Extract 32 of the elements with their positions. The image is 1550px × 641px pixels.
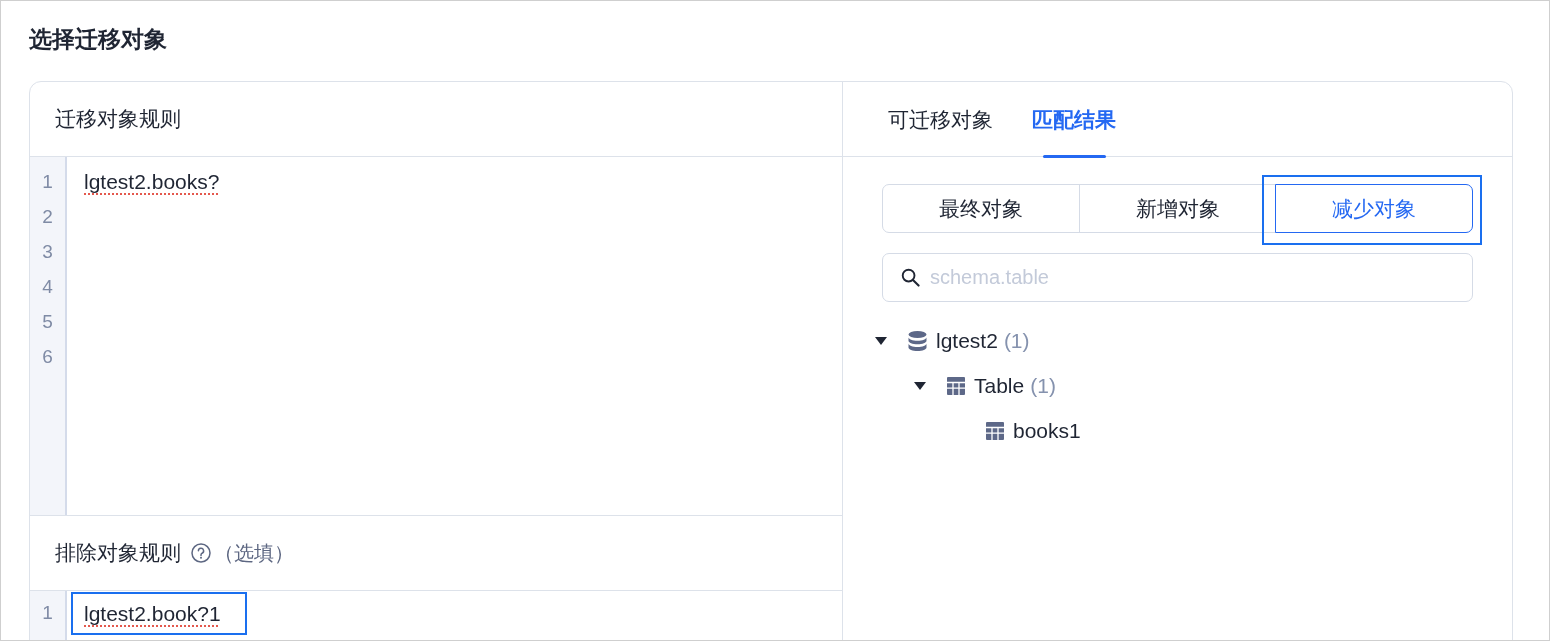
section-title: 选择迁移对象 — [29, 25, 168, 54]
item-count: (1) — [1030, 373, 1056, 398]
tree-item-label[interactable]: books1 — [1013, 418, 1081, 443]
rule-editor[interactable]: lgtest2.books? — [67, 157, 842, 515]
panel-heading: 迁移对象规则 — [55, 106, 181, 132]
caret-icon[interactable] — [914, 381, 926, 390]
database-icon — [908, 330, 927, 351]
search-field[interactable]: schema.table — [882, 253, 1473, 302]
line-number: 1 — [41, 601, 54, 625]
tree-item-label[interactable]: lgtest2 — [936, 328, 998, 353]
panel-heading: 排除对象规则 — [55, 540, 181, 566]
table-icon — [947, 376, 965, 395]
line-number: 6 — [41, 345, 54, 369]
line-number: 3 — [41, 240, 54, 264]
help-icon[interactable] — [191, 543, 211, 563]
segment-button[interactable]: 减少对象 — [1275, 184, 1473, 233]
tab[interactable]: 可迁移对象 — [888, 82, 993, 157]
search-icon — [901, 268, 920, 287]
table-icon — [986, 421, 1004, 440]
tree-item-label[interactable]: Table — [974, 373, 1025, 398]
line-number: 4 — [41, 275, 54, 299]
code-line: lgtest2.books? — [84, 168, 220, 195]
line-number: 2 — [41, 205, 54, 229]
segment-button[interactable]: 最终对象 — [882, 184, 1080, 233]
line-number: 5 — [41, 310, 54, 334]
caret-icon[interactable] — [875, 336, 887, 345]
optional-hint: （选填） — [214, 540, 294, 566]
item-count: (1) — [1003, 328, 1030, 353]
segment-button[interactable]: 新增对象 — [1078, 184, 1277, 233]
line-number: 1 — [41, 170, 54, 194]
rule-editor[interactable]: lgtest2.book?1 — [67, 591, 842, 640]
tab[interactable]: 匹配结果 — [1032, 82, 1116, 157]
